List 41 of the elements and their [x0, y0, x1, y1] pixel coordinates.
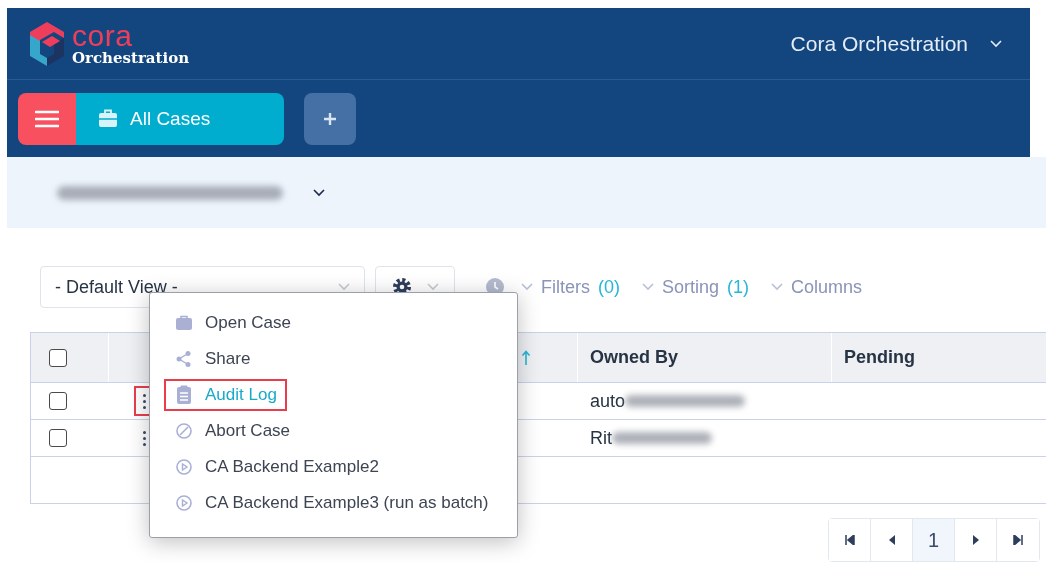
chevron-down-icon	[642, 283, 654, 291]
previous-page-icon	[887, 535, 896, 545]
workspace-dropdown[interactable]: Cora Orchestration	[784, 30, 1008, 57]
table-cell: auto	[590, 390, 626, 412]
add-tab-button[interactable]	[304, 92, 356, 145]
cube-logo-icon	[28, 20, 66, 67]
share-icon	[175, 350, 193, 368]
prohibited-icon	[175, 422, 193, 440]
chevron-down-icon	[990, 39, 1002, 48]
menu-button[interactable]	[18, 92, 76, 145]
last-page-icon	[1013, 535, 1023, 545]
next-page-icon	[971, 535, 980, 545]
table-cell: Rit	[590, 427, 612, 449]
play-circle-icon	[175, 494, 193, 512]
menu-item[interactable]: CA Backend Example2	[164, 451, 389, 483]
menu-icon	[35, 109, 59, 128]
column-header[interactable]: Pending	[844, 347, 915, 368]
menu-item[interactable]: Open Case	[164, 307, 301, 339]
first-page-button[interactable]	[829, 519, 871, 561]
chevron-down-icon	[427, 283, 439, 291]
plus-icon	[322, 110, 338, 127]
sort-ascending-icon	[521, 349, 531, 366]
chevron-down-icon	[771, 283, 784, 291]
logo-wordmark: cora	[72, 21, 134, 51]
checkbox[interactable]	[49, 392, 67, 410]
checkbox[interactable]	[49, 429, 67, 447]
first-page-icon	[844, 535, 855, 545]
clipboard-icon	[175, 385, 193, 405]
chevron-down-icon	[338, 283, 350, 291]
play-circle-icon	[175, 458, 193, 476]
briefcase-icon	[98, 109, 118, 128]
logo-subtitle: Orchestration	[72, 51, 190, 66]
page-number[interactable]: 1	[913, 519, 955, 561]
chevron-down-icon	[521, 283, 533, 291]
chevron-down-icon	[313, 188, 325, 197]
checkbox[interactable]	[49, 348, 67, 367]
menu-item[interactable]: CA Backend Example3 (run as batch)	[164, 487, 499, 519]
column-header[interactable]: Owned By	[590, 347, 678, 368]
briefcase-icon	[175, 314, 193, 332]
menu-item[interactable]: Share	[164, 343, 261, 375]
menu-item[interactable]: Abort Case	[164, 415, 301, 447]
